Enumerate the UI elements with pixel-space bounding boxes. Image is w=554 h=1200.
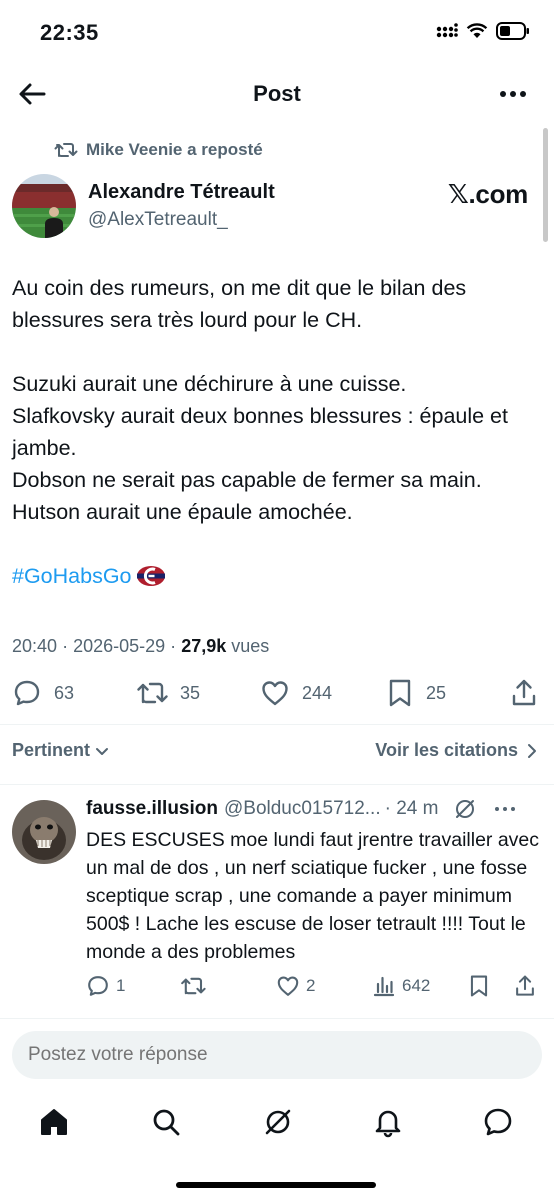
citations-label: Voir les citations (375, 740, 518, 760)
source-label: 𝕏.com (447, 179, 528, 209)
reply-text: DES ESCUSES moe lundi faut jrentre trava… (86, 829, 540, 963)
tweet-text: Au coin des rumeurs, on me dit que le bi… (12, 272, 542, 592)
tweet-paragraph: Slafkovsky aurait deux bonnes blessures … (12, 404, 508, 460)
tweet-meta: 20:40 · 2026-05-29 · 27,9k vues (12, 636, 270, 656)
stadium-photo-icon (12, 174, 76, 238)
reply-share-button[interactable] (514, 974, 536, 998)
reply-views-button[interactable]: 642 (372, 974, 430, 998)
share-button[interactable] (510, 678, 538, 708)
author-handle[interactable]: @AlexTetreault_ (88, 209, 228, 231)
retweet-icon (181, 977, 206, 995)
notifications-bell-icon[interactable] (372, 1106, 404, 1138)
like-button[interactable]: 244 (260, 678, 332, 708)
status-time: 22:35 (40, 20, 99, 45)
share-icon (516, 975, 534, 996)
tweet-actions: 63 35 244 25 (12, 678, 542, 712)
view-quotes-link[interactable]: Voir les citations (375, 740, 538, 761)
reply-retweet-button[interactable] (180, 974, 206, 998)
reply-more-icon[interactable] (494, 805, 516, 813)
animal-photo-icon (12, 800, 76, 864)
reply-input[interactable] (12, 1031, 542, 1079)
page-title: Post (253, 81, 301, 106)
bookmark-count: 25 (426, 682, 447, 703)
reply-like-count: 2 (306, 976, 316, 995)
bookmark-icon (389, 679, 411, 707)
tweet-paragraph: Au coin des rumeurs, on me dit que le bi… (12, 276, 467, 332)
top-nav: Post (0, 66, 554, 122)
share-icon (512, 679, 536, 706)
retweet-icon (137, 682, 168, 704)
bottom-nav (0, 1100, 554, 1150)
comment-icon (14, 680, 40, 706)
wifi-icon (466, 23, 488, 38)
search-icon[interactable] (150, 1106, 182, 1138)
tweet-paragraph: Hutson aurait une épaule amochée. (12, 500, 353, 524)
reply-views-count: 642 (402, 976, 431, 995)
reply-button[interactable]: 63 (12, 678, 74, 708)
chevron-right-icon (528, 743, 536, 758)
tweet-paragraph: Suzuki aurait une déchirure à une cuisse… (12, 372, 407, 396)
sort-label: Pertinent (12, 740, 91, 760)
reply-avatar[interactable] (12, 800, 76, 864)
messages-icon[interactable] (482, 1106, 514, 1138)
tweet-date: 2026-05-29 (73, 636, 166, 656)
home-indicator (176, 1182, 376, 1188)
more-options-icon[interactable] (498, 80, 528, 108)
bookmark-button[interactable]: 25 (386, 678, 446, 708)
reply-reply-button[interactable]: 1 (86, 974, 125, 998)
chevron-down-icon (96, 747, 109, 755)
reply-actions: 1 2 642 (86, 974, 546, 1002)
heart-icon (262, 681, 288, 706)
repost-text: Mike Veenie a reposté (86, 140, 263, 159)
author-avatar[interactable] (12, 174, 76, 238)
grok-icon[interactable] (454, 798, 476, 820)
hashtag-line: #GoHabsGo (12, 560, 542, 592)
tweet-time: 20:40 (12, 636, 58, 656)
author-name[interactable]: Alexandre Tétreault (88, 181, 275, 204)
views-count: 27,9k (181, 636, 227, 656)
reply-author-name[interactable]: fausse.illusion (86, 798, 218, 820)
divider (0, 1018, 554, 1019)
repost-icon (54, 143, 78, 157)
reply-header: fausse.illusion @Bolduc015712... · 24 m (86, 798, 546, 820)
retweet-button[interactable]: 35 (136, 678, 200, 708)
repost-indicator[interactable]: Mike Veenie a reposté (54, 140, 263, 160)
grok-icon[interactable] (262, 1106, 294, 1138)
reply-bookmark-button[interactable] (468, 974, 490, 998)
analytics-icon (373, 976, 395, 997)
like-count: 244 (302, 682, 333, 703)
bookmark-icon (470, 975, 488, 997)
divider (0, 784, 554, 785)
habs-logo-icon (136, 566, 165, 586)
hashtag-link[interactable]: #GoHabsGo (12, 564, 132, 588)
cellular-signal-icon (436, 23, 458, 38)
scrollbar[interactable] (543, 128, 548, 242)
reply-reply-count: 1 (116, 976, 126, 995)
battery-icon (496, 22, 529, 40)
reply-time: · 24 m (384, 798, 439, 819)
tweet-paragraph: Dobson ne serait pas capable de fermer s… (12, 468, 482, 492)
status-bar: 22:35 (0, 0, 554, 66)
reply-like-button[interactable]: 2 (276, 974, 315, 998)
comment-icon (88, 976, 108, 996)
home-icon[interactable] (38, 1106, 70, 1138)
views-label: vues (231, 636, 270, 656)
sort-dropdown[interactable]: Pertinent (12, 740, 110, 761)
reply-author-handle[interactable]: @Bolduc015712... (224, 798, 381, 820)
retweet-count: 35 (180, 682, 201, 703)
divider (0, 724, 554, 725)
reply-count: 63 (54, 682, 75, 703)
status-icons (436, 22, 530, 40)
heart-icon (277, 976, 299, 996)
